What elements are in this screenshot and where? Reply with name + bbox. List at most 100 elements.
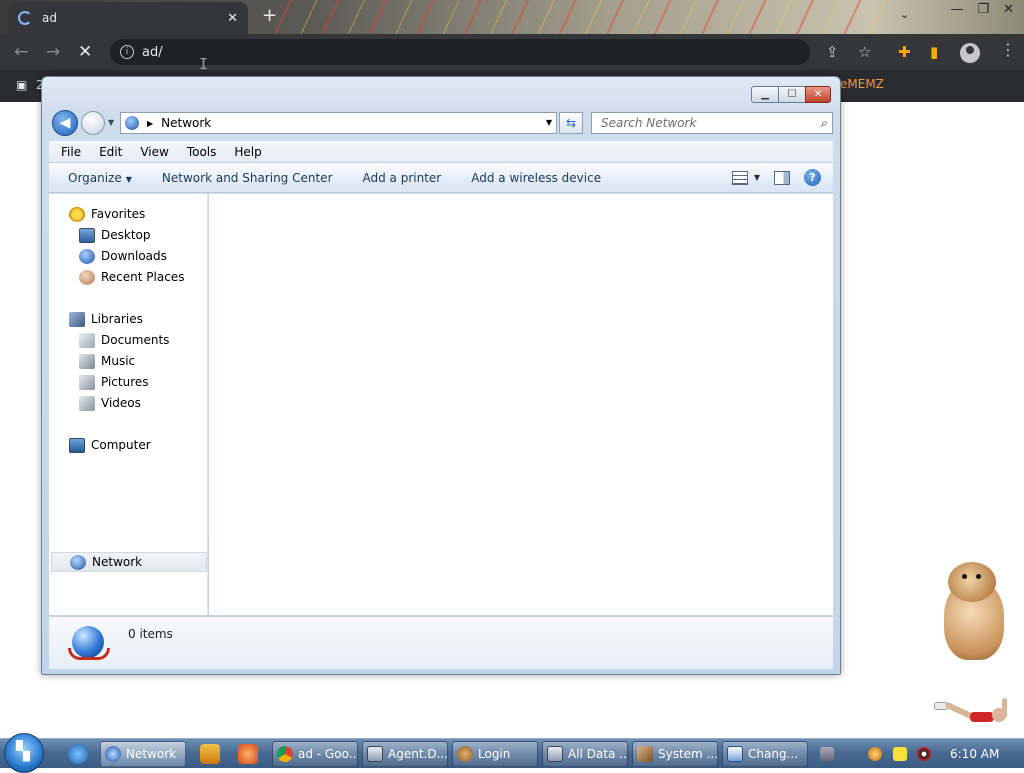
chrome-icon	[277, 746, 293, 762]
hamster-eye	[962, 574, 967, 579]
paint-icon[interactable]	[238, 744, 258, 764]
network-sharing-center-button[interactable]: Network and Sharing Center	[162, 171, 333, 185]
explorer-minimize-button[interactable]: ▁	[751, 86, 779, 103]
menu-tools[interactable]: Tools	[175, 145, 223, 159]
taskbar-button-network[interactable]: Network	[100, 741, 186, 767]
bookmark-folder-icon[interactable]: ▣	[16, 78, 27, 92]
help-icon[interactable]: ?	[804, 169, 821, 186]
tab-close-icon[interactable]: ✕	[227, 11, 238, 26]
view-options-chevron-icon[interactable]: ▼	[754, 173, 760, 182]
tray-search-icon[interactable]	[868, 747, 882, 761]
preview-pane-icon[interactable]	[774, 170, 790, 185]
chevron-down-icon: ▼	[125, 174, 132, 184]
share-icon[interactable]: ⇪	[826, 43, 839, 61]
browser-window-controls: — ❐ ✕	[950, 2, 1014, 17]
side-panel-icon[interactable]: ▮	[930, 43, 938, 61]
explorer-maximize-button[interactable]: ☐	[778, 86, 806, 103]
menu-file[interactable]: File	[49, 145, 87, 159]
bookmark-item-memz[interactable]: eMEMZ	[840, 77, 884, 91]
tab-title: ad	[42, 11, 57, 25]
taskbar-button-system[interactable]: System ...	[632, 741, 718, 767]
network-icon	[105, 746, 121, 762]
nav-item-network[interactable]: Network	[51, 552, 207, 572]
browser-close-button[interactable]: ✕	[1003, 2, 1014, 17]
nav-label: Pictures	[101, 375, 149, 389]
pictures-icon	[79, 374, 95, 390]
nav-item-computer[interactable]: Computer	[69, 435, 227, 455]
search-icon[interactable]: ⌕	[820, 116, 827, 131]
details-pane: 0 items	[49, 616, 833, 669]
nav-label: Desktop	[101, 228, 151, 242]
address-text: ad/	[142, 44, 163, 60]
application-window-icon	[367, 746, 383, 762]
tray-volume-icon[interactable]	[917, 747, 931, 761]
add-printer-button[interactable]: Add a printer	[363, 171, 442, 185]
new-tab-button[interactable]: +	[262, 6, 277, 26]
nav-item-favorites[interactable]: Favorites	[69, 204, 227, 224]
internet-explorer-icon[interactable]	[68, 744, 88, 764]
taskbar-button-chrome[interactable]: ad - Goo...	[272, 741, 358, 767]
add-wireless-device-button[interactable]: Add a wireless device	[471, 171, 601, 185]
nav-label: Computer	[91, 438, 151, 452]
file-list-area[interactable]	[209, 194, 833, 615]
taskbar-label: Chang...	[748, 747, 799, 761]
stop-loading-icon[interactable]: ✕	[78, 42, 92, 62]
browser-minimize-button[interactable]: —	[950, 2, 963, 17]
explorer-address-bar[interactable]: ▶ Network ▼	[120, 112, 557, 134]
breadcrumb-network[interactable]: Network	[161, 116, 211, 130]
items-count: 0 items	[128, 627, 173, 641]
libraries-icon	[69, 311, 85, 327]
menu-view[interactable]: View	[128, 145, 174, 159]
recent-pages-chevron-icon[interactable]: ▼	[108, 118, 114, 127]
taskbar-button-login[interactable]: Login	[452, 741, 538, 767]
breadcrumb-arrow-icon[interactable]: ▶	[147, 119, 153, 128]
back-arrow-icon[interactable]: ←	[14, 42, 28, 62]
tray-notification-icon[interactable]	[893, 747, 907, 761]
hamster-sticker-icon	[938, 562, 1010, 662]
menu-help[interactable]: Help	[222, 145, 267, 159]
change-view-icon[interactable]	[731, 170, 748, 185]
network-icon	[70, 554, 86, 570]
address-dropdown-icon[interactable]: ▼	[546, 118, 552, 127]
explorer-forward-button[interactable]	[81, 111, 105, 135]
refresh-button[interactable]: ⇆	[559, 112, 583, 134]
music-icon	[79, 353, 95, 369]
checklist-icon	[727, 746, 743, 762]
bookmark-star-icon[interactable]: ☆	[858, 43, 871, 61]
system-icon	[637, 746, 653, 762]
taskbar: Network ad - Goo... Agent.D... Login All…	[0, 733, 1024, 773]
taskbar-label: System ...	[658, 747, 718, 761]
view-controls: ▼ ?	[731, 169, 821, 186]
organize-button[interactable]: Organize ▼	[68, 171, 132, 185]
browser-menu-icon[interactable]: ⋮	[1000, 40, 1016, 59]
tray-app-icon[interactable]	[820, 747, 834, 761]
browser-tab-strip: ad ✕ + ⌄ — ❐ ✕	[0, 0, 1024, 34]
address-bar[interactable]: i ad/	[110, 39, 810, 65]
nav-label: Documents	[101, 333, 170, 347]
nav-label: Network	[92, 555, 143, 569]
forward-arrow-icon[interactable]: →	[46, 42, 60, 62]
nav-label: Libraries	[91, 312, 143, 326]
tab-search-chevron-icon[interactable]: ⌄	[900, 8, 909, 21]
explorer-back-button[interactable]: ◀	[52, 110, 78, 136]
profile-avatar-icon[interactable]	[960, 43, 980, 63]
extensions-puzzle-icon[interactable]: ✚	[898, 43, 911, 61]
downloads-icon	[79, 248, 95, 264]
browser-tab-active[interactable]: ad ✕	[8, 2, 248, 34]
browser-restore-button[interactable]: ❐	[977, 2, 989, 17]
taskbar-clock[interactable]: 6:10 AM	[950, 747, 999, 761]
taskbar-button-agent[interactable]: Agent.D...	[362, 741, 448, 767]
explorer-caption-buttons: ▁ ☐ ✕	[751, 86, 831, 103]
site-info-icon[interactable]: i	[120, 45, 134, 59]
media-player-icon[interactable]	[200, 744, 220, 764]
menu-edit[interactable]: Edit	[87, 145, 128, 159]
explorer-close-button[interactable]: ✕	[805, 86, 831, 103]
hamster-head	[948, 562, 996, 602]
search-input[interactable]	[599, 115, 799, 131]
start-button[interactable]	[4, 733, 44, 773]
nav-item-libraries[interactable]: Libraries	[69, 309, 227, 329]
taskbar-button-all-data[interactable]: All Data ...	[542, 741, 628, 767]
cable-icon	[68, 648, 110, 660]
taskbar-button-change[interactable]: Chang...	[722, 741, 808, 767]
organize-label: Organize	[68, 170, 122, 185]
